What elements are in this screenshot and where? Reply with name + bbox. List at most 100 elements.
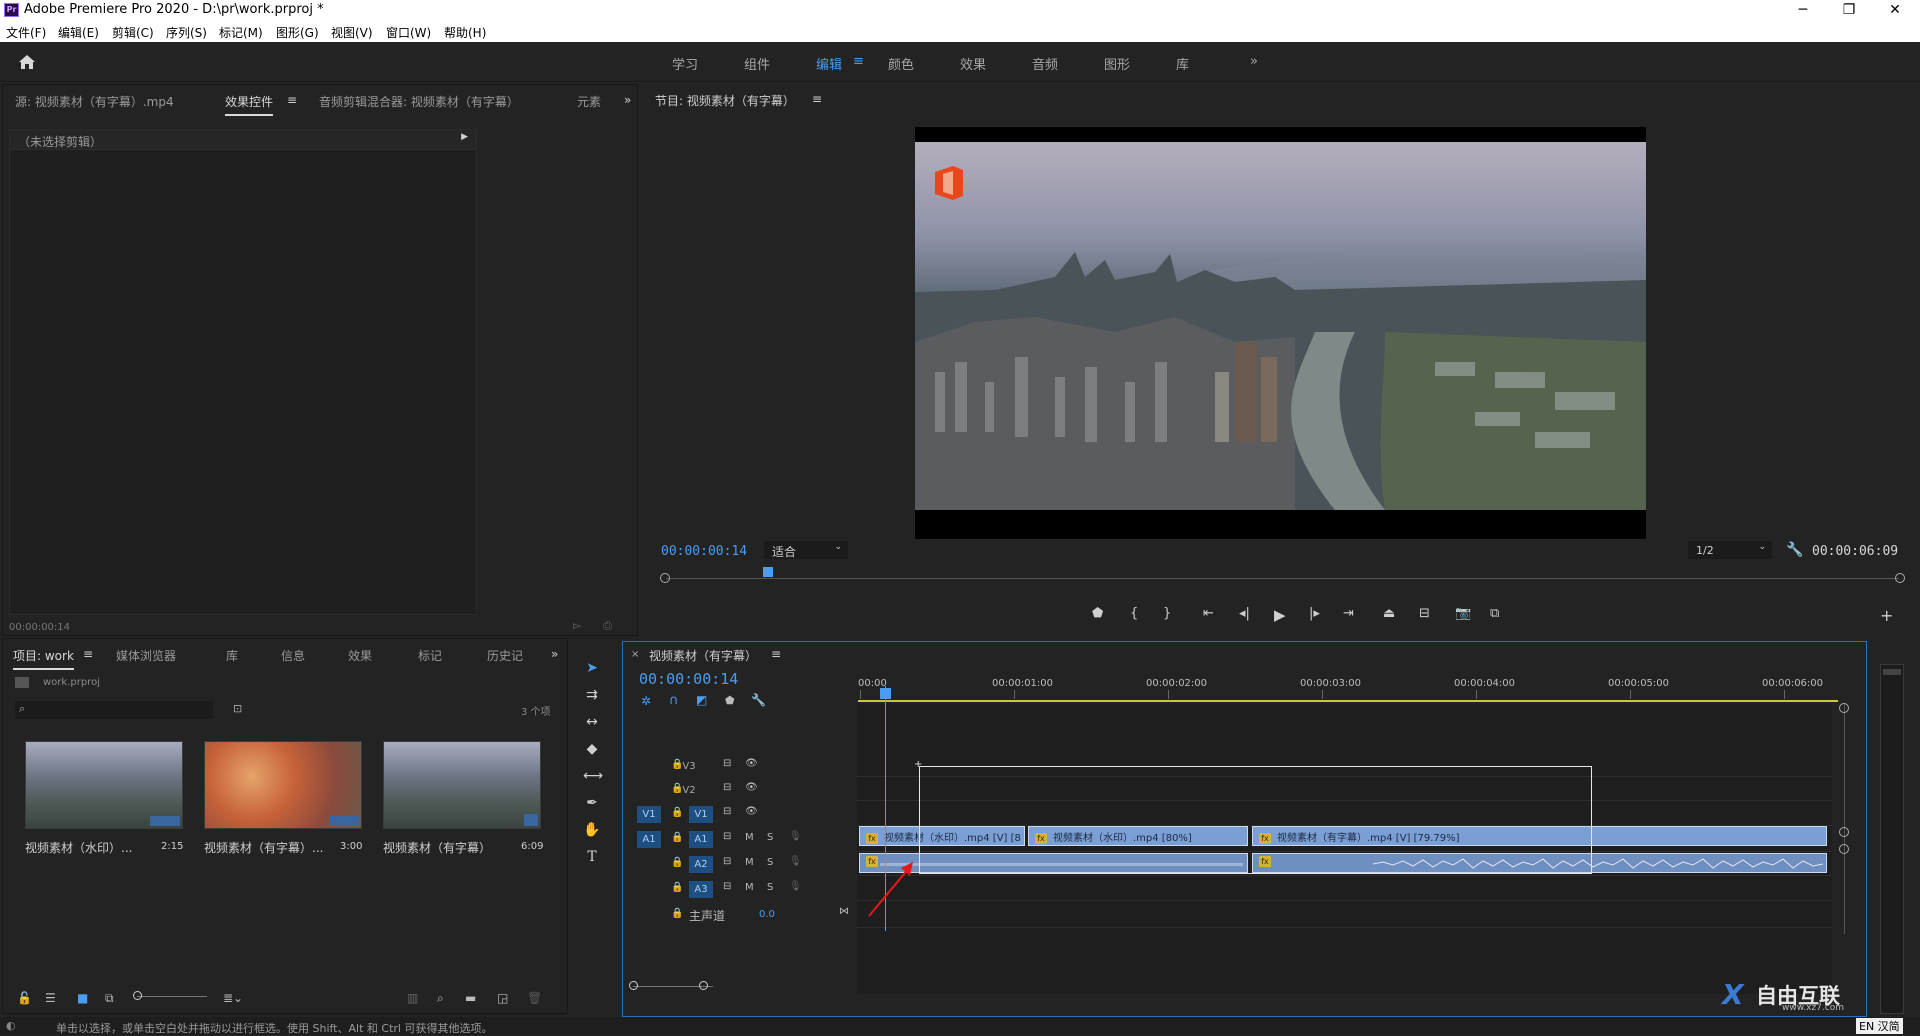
source-patch-v1[interactable]: V1 [637,806,661,823]
menu-clip[interactable]: 剪辑(C) [112,24,154,41]
zoom-slider-handle[interactable] [133,991,142,1000]
razor-tool-icon[interactable]: ◆ [583,740,601,758]
workspace-tab-libraries[interactable]: 库 [1176,54,1189,73]
scrollbar-handle[interactable] [1839,827,1849,837]
lock-icon[interactable]: 🔓 [17,991,32,1005]
solo-button[interactable]: S [767,832,773,843]
sync-lock-icon[interactable]: ⊟ [723,856,731,867]
find-icon[interactable]: ⌕ [437,991,444,1006]
new-bin-icon[interactable]: ▬ [465,991,476,1005]
microphone-icon[interactable]: 🎙 [789,881,802,892]
track-label[interactable]: V3 [677,758,701,775]
collapse-icon[interactable]: ⋈ [839,906,849,917]
export-frame-icon[interactable]: ⎙ [603,619,612,633]
menu-window[interactable]: 窗口(W) [386,24,431,41]
scrollbar-left-handle[interactable] [629,981,638,990]
workspace-tab-graphics[interactable]: 图形 [1104,54,1130,73]
mark-in-icon[interactable]: { [1130,606,1138,621]
step-forward-icon[interactable]: |▸ [1309,606,1320,621]
list-view-icon[interactable]: ☰ [45,991,56,1005]
sync-lock-icon[interactable]: ⊟ [723,758,731,769]
mute-button[interactable]: M [745,857,754,868]
add-marker-icon[interactable]: ⬟ [725,694,735,707]
hand-tool-icon[interactable]: ✋ [583,821,601,839]
master-volume-value[interactable]: 0.0 [759,909,775,920]
expand-arrow-icon[interactable]: ▶ [461,132,468,142]
scrollbar-handle[interactable] [1839,703,1849,713]
mute-button[interactable]: M [745,882,754,893]
type-tool-icon[interactable]: T [583,848,601,866]
workspace-overflow-button[interactable]: » [1250,54,1258,69]
timeline-settings-icon[interactable]: 🔧 [751,693,766,707]
panel-overflow-button[interactable]: » [624,93,631,107]
mark-out-icon[interactable]: } [1163,606,1171,621]
microphone-icon[interactable]: 🎙 [789,831,802,842]
tab-elements[interactable]: 元素 [577,93,601,110]
workspace-tab-editing[interactable]: 编辑 [816,54,842,73]
snap-icon[interactable]: ∩ [669,693,679,708]
compare-view-icon[interactable]: ⧉ [1490,606,1499,621]
project-item-thumbnail[interactable] [204,741,362,829]
solo-button[interactable]: S [767,857,773,868]
eye-icon[interactable]: 👁 [745,758,758,769]
project-item-thumbnail[interactable] [25,741,183,829]
workspace-tab-learn[interactable]: 学习 [672,54,698,73]
tab-source[interactable]: 源: 视频素材（有字幕）.mp4 [15,93,174,110]
home-icon[interactable] [18,54,36,70]
track-label[interactable]: V2 [677,782,701,799]
lock-icon[interactable]: 🔒 [671,832,683,843]
program-playhead[interactable] [763,567,774,577]
timeline-timecode[interactable]: 00:00:00:14 [639,670,738,688]
microphone-icon[interactable]: 🎙 [789,856,802,867]
project-overflow-button[interactable]: » [551,647,558,661]
scrollbar-right-handle[interactable] [699,981,708,990]
time-ruler[interactable]: 00:00 00:00:01:00 00:00:02:00 00:00:03:00 00… [858,678,1838,700]
selection-tool-icon[interactable]: ➤ [583,659,601,677]
menu-edit[interactable]: 编辑(E) [58,24,99,41]
workspace-tab-color[interactable]: 颜色 [888,54,914,73]
video-track-scrollbar[interactable] [1844,704,1845,934]
scrubber-start-handle[interactable] [660,573,670,583]
project-item-name[interactable]: 视频素材（有字幕） [383,839,491,856]
step-back-icon[interactable]: ◂| [1239,606,1250,621]
input-method-indicator[interactable]: EN 汉简 [1856,1018,1903,1034]
scrollbar-handle[interactable] [1839,844,1849,854]
project-search-input[interactable]: ⌕ [15,701,213,719]
filter-icon[interactable]: ▻ [573,619,581,632]
mute-button[interactable]: M [745,832,754,843]
camera-icon[interactable]: 📷 [1455,606,1471,621]
tab-info[interactable]: 信息 [281,647,305,664]
tab-effects[interactable]: 效果 [348,647,372,664]
sort-icon[interactable]: ≣⌄ [223,991,243,1005]
workspace-tab-audio[interactable]: 音频 [1032,54,1058,73]
tab-menu-icon[interactable]: ≡ [287,93,297,107]
go-to-in-icon[interactable]: ⇤ [1203,606,1214,621]
program-menu-icon[interactable]: ≡ [812,92,822,106]
ripple-edit-tool-icon[interactable]: ↔ [583,713,601,731]
sync-lock-icon[interactable]: ⊟ [723,831,731,842]
tab-audio-clip-mixer[interactable]: 音频剪辑混合器: 视频素材（有字幕） [319,93,519,110]
source-patch-a1[interactable]: A1 [637,831,661,848]
track-label[interactable]: A3 [689,881,713,898]
close-button[interactable]: ✕ [1872,0,1918,20]
close-sequence-icon[interactable]: × [631,649,639,660]
sync-lock-icon[interactable]: ⊟ [723,782,731,793]
sequence-menu-icon[interactable]: ≡ [771,647,781,661]
track-label[interactable]: V1 [689,806,713,823]
add-button-icon[interactable]: + [1880,606,1893,625]
new-item-icon[interactable]: ◲ [497,991,508,1005]
track-label[interactable]: A2 [689,856,713,873]
work-area-bar[interactable] [858,700,1838,702]
project-menu-icon[interactable]: ≡ [83,647,93,661]
menu-sequence[interactable]: 序列(S) [166,24,207,41]
go-to-out-icon[interactable]: ⇥ [1343,606,1354,621]
freeform-view-icon[interactable]: ⧉ [105,991,114,1006]
playhead-handle[interactable] [880,688,891,699]
wrench-icon[interactable]: 🔧 [1786,542,1803,558]
program-scrubber[interactable] [660,567,1905,591]
menu-graphics[interactable]: 图形(G) [276,24,319,41]
project-item-name[interactable]: 视频素材（有字幕）... [204,839,323,856]
effect-controls-area[interactable]: （未选择剪辑） ▶ [9,129,477,615]
sync-lock-icon[interactable]: ⊟ [723,881,731,892]
eye-icon[interactable]: 👁 [745,806,758,817]
